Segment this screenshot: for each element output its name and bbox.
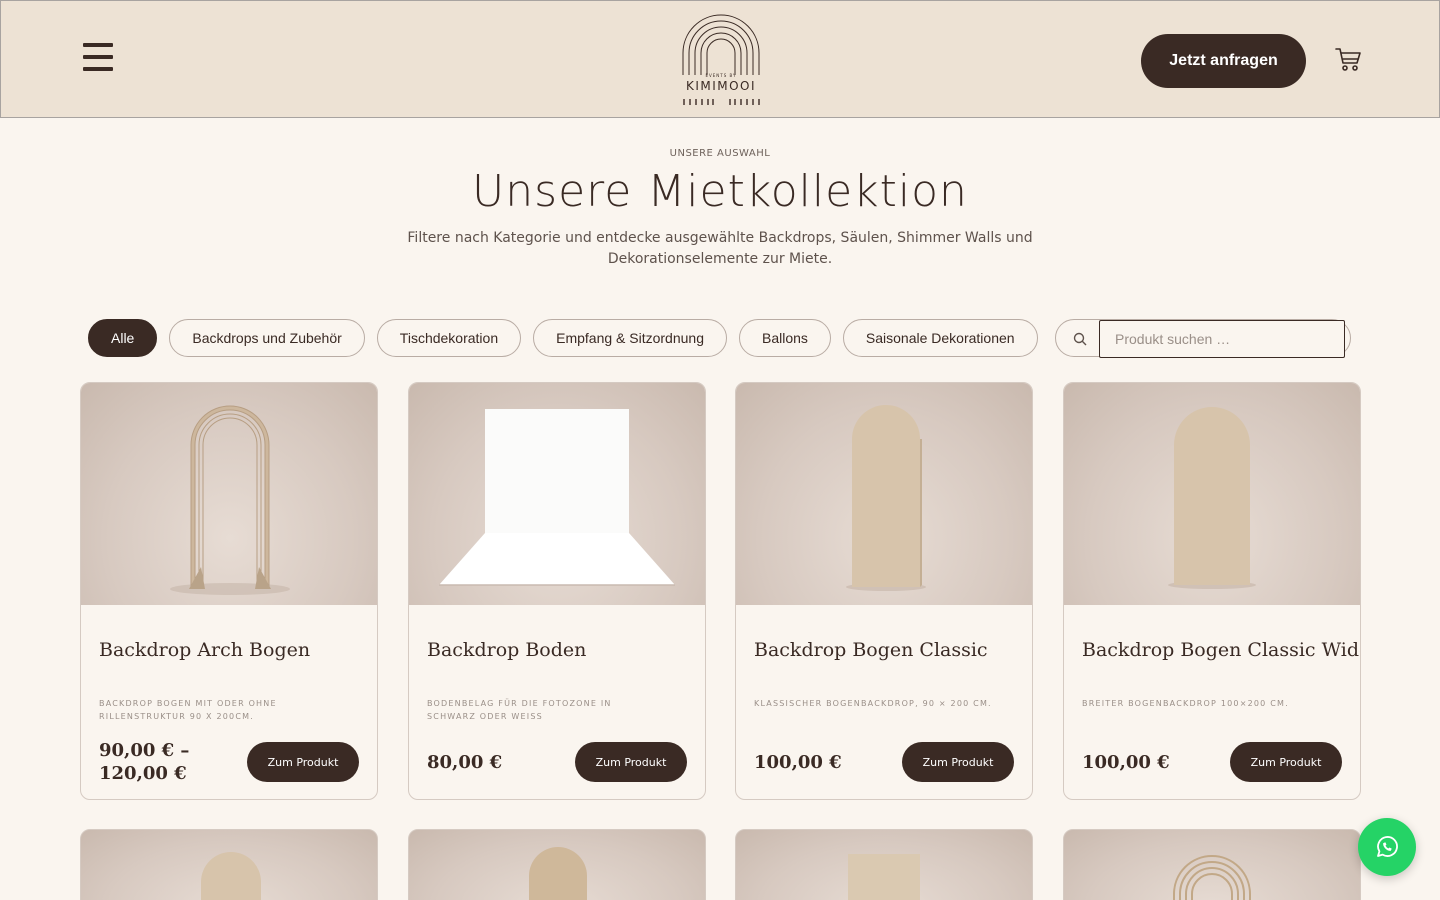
product-name[interactable]: Backdrop Boden	[427, 639, 697, 661]
product-card[interactable]	[80, 829, 378, 900]
product-search	[1055, 319, 1351, 358]
filter-ballons[interactable]: Ballons	[738, 319, 831, 357]
product-image	[409, 383, 705, 605]
cart-icon[interactable]	[1334, 45, 1362, 73]
logo-wordmark: KIMIMOOI	[685, 79, 757, 93]
product-name[interactable]: Backdrop Bogen Classic	[754, 639, 1024, 661]
product-description: BREITER BOGENBACKDROP 100×200 CM.	[1082, 699, 1289, 708]
search-icon[interactable]	[1073, 332, 1087, 346]
product-button[interactable]: Zum Produkt	[247, 742, 359, 782]
filter-saisonal[interactable]: Saisonale Dekorationen	[842, 319, 1038, 357]
product-card[interactable]: Backdrop Bogen Classic KLASSISCHER BOGEN…	[735, 382, 1033, 800]
product-card[interactable]	[408, 829, 706, 900]
category-filters: Alle Backdrops und Zubehör Tischdekorati…	[88, 319, 1038, 357]
product-name[interactable]: Backdrop Bogen Classic Wide	[1082, 639, 1360, 661]
site-header: EVENTS BY KIMIMOOI Jetzt anfragen	[0, 0, 1440, 118]
product-image	[1064, 383, 1360, 605]
request-button[interactable]: Jetzt anfragen	[1141, 34, 1306, 88]
whatsapp-icon[interactable]	[1358, 818, 1416, 876]
product-button[interactable]: Zum Produkt	[902, 742, 1014, 782]
product-price: 100,00 €	[1082, 752, 1170, 773]
section-eyebrow: UNSERE AUSWAHL	[669, 148, 771, 159]
product-description: KLASSISCHER BOGENBACKDROP, 90 × 200 CM.	[754, 699, 992, 708]
page-subtitle: Filtere nach Kategorie und entdecke ausg…	[407, 230, 1033, 267]
product-button[interactable]: Zum Produkt	[1230, 742, 1342, 782]
product-card[interactable]: Backdrop Arch Bogen BACKDROP BOGEN MIT O…	[80, 382, 378, 800]
search-input[interactable]	[1099, 320, 1345, 358]
product-description: BODENBELAG FÜR DIE FOTOZONE IN SCHWARZ O…	[427, 699, 612, 721]
product-image	[201, 852, 261, 900]
filter-empfang[interactable]: Empfang & Sitzordnung	[533, 319, 727, 357]
page-title: Unsere Mietkollektion	[472, 166, 968, 217]
product-image	[848, 854, 920, 900]
menu-icon[interactable]	[83, 43, 113, 71]
logo-tagline: EVENTS BY	[705, 73, 737, 78]
product-name[interactable]: Backdrop Arch Bogen	[99, 639, 369, 661]
product-card[interactable]	[1063, 829, 1361, 900]
product-card[interactable]	[735, 829, 1033, 900]
product-description: BACKDROP BOGEN MIT ODER OHNE RILLENSTRUK…	[99, 699, 277, 721]
brand-logo[interactable]: EVENTS BY KIMIMOOI	[673, 13, 769, 109]
filter-tischdekoration[interactable]: Tischdekoration	[376, 319, 522, 357]
product-image	[81, 383, 377, 605]
product-price: 100,00 €	[754, 752, 842, 773]
product-image	[736, 383, 1032, 605]
product-price: 80,00 €	[427, 752, 503, 773]
product-button[interactable]: Zum Produkt	[575, 742, 687, 782]
product-price: 90,00 € – 120,00 €	[99, 740, 190, 784]
filter-backdrops[interactable]: Backdrops und Zubehör	[169, 319, 365, 357]
product-image	[529, 847, 587, 900]
logo-arch-icon	[682, 14, 760, 105]
product-card[interactable]: Backdrop Boden BODENBELAG FÜR DIE FOTOZO…	[408, 382, 706, 800]
filter-all[interactable]: Alle	[88, 319, 158, 357]
product-card[interactable]: Backdrop Bogen Classic Wide BREITER BOGE…	[1063, 382, 1361, 800]
product-image	[1173, 855, 1251, 900]
